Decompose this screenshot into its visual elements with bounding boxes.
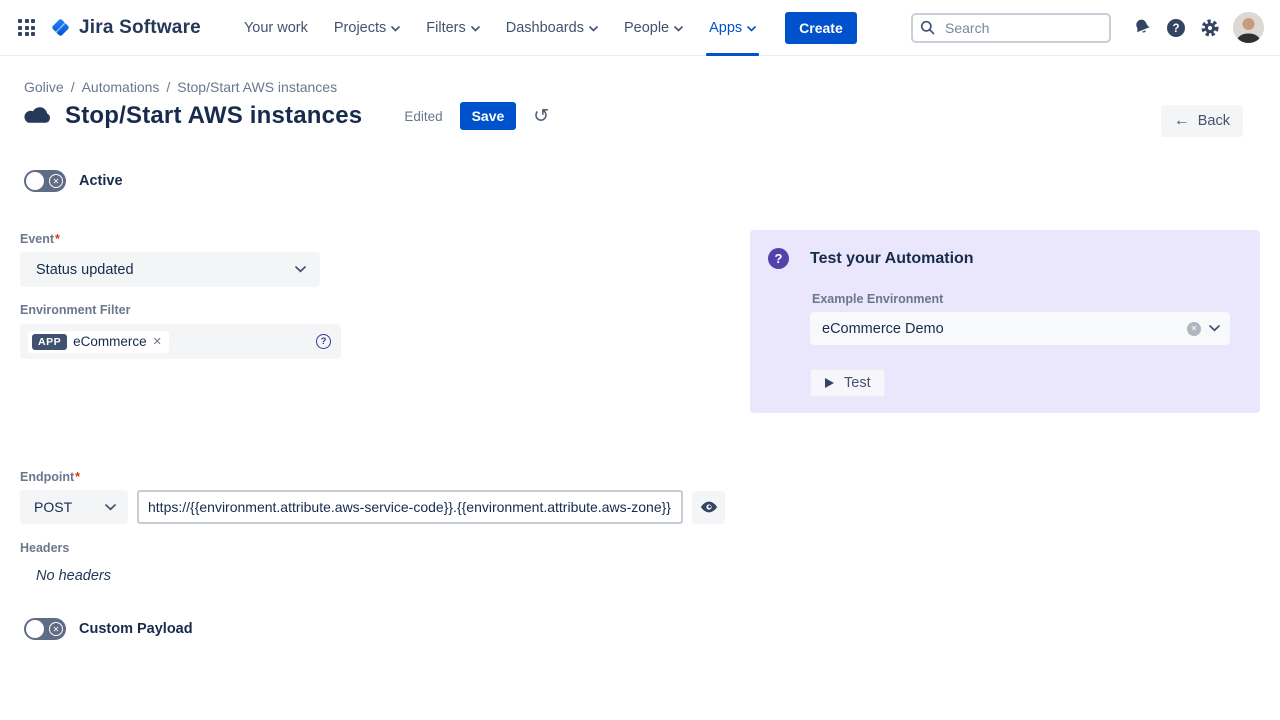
endpoint-row: POST (20, 490, 725, 524)
create-button[interactable]: Create (785, 12, 857, 44)
custom-payload-label: Custom Payload (79, 621, 193, 637)
app-switcher-icon[interactable] (18, 19, 35, 36)
clear-selection-icon[interactable]: ✕ (1187, 322, 1201, 336)
tag-type-badge: APP (32, 334, 67, 350)
search-icon (920, 20, 935, 35)
nav-filters[interactable]: Filters (413, 0, 492, 56)
toggle-knob (26, 620, 44, 638)
example-environment-select[interactable]: eCommerce Demo ✕ (810, 312, 1230, 345)
title-row: Stop/Start AWS instances Edited Save ↺ (22, 102, 549, 130)
required-marker: * (55, 232, 60, 246)
breadcrumb-automations[interactable]: Automations (82, 79, 160, 95)
event-label: Event* (20, 232, 320, 246)
search-input[interactable] (911, 13, 1111, 43)
gear-icon (1200, 18, 1220, 38)
primary-nav: Your work Projects Filters Dashboards Pe… (231, 0, 769, 56)
environment-filter-label: Environment Filter (20, 303, 341, 317)
test-panel-title: Test your Automation (810, 250, 974, 268)
required-marker: * (75, 470, 80, 484)
chevron-down-icon (471, 26, 480, 32)
notifications-button[interactable] (1125, 11, 1159, 45)
undo-icon[interactable]: ↺ (533, 107, 549, 126)
nav-people[interactable]: People (611, 0, 696, 56)
edited-status: Edited (404, 109, 442, 124)
chevron-down-icon (1209, 325, 1220, 332)
environment-filter-input[interactable]: APP eCommerce ✕ ? (20, 324, 341, 359)
back-button[interactable]: ← Back (1161, 105, 1243, 137)
play-icon (824, 377, 835, 389)
breadcrumb-current[interactable]: Stop/Start AWS instances (177, 79, 337, 95)
chevron-down-icon (747, 26, 756, 32)
headers-label: Headers (20, 541, 111, 555)
jira-diamond-icon (49, 16, 72, 39)
chevron-down-icon (674, 26, 683, 32)
endpoint-label: Endpoint* (20, 470, 725, 484)
no-headers-text: No headers (36, 568, 111, 584)
automation-editor-page: Jira Software Your work Projects Filters… (0, 0, 1280, 720)
help-icon: ? (1166, 18, 1186, 38)
test-button[interactable]: Test (810, 369, 885, 397)
svg-text:?: ? (1172, 23, 1179, 35)
breadcrumb-separator: / (166, 79, 170, 95)
headers-group: Headers No headers (20, 541, 111, 584)
toggle-off-icon: ✕ (49, 174, 63, 188)
chevron-down-icon (391, 26, 400, 32)
user-avatar[interactable] (1233, 12, 1264, 43)
test-automation-panel: ? Test your Automation Example Environme… (750, 230, 1260, 413)
toggle-knob (26, 172, 44, 190)
top-navbar: Jira Software Your work Projects Filters… (0, 0, 1280, 56)
brand-wordmark: Jira Software (79, 17, 201, 39)
tag-label: eCommerce (73, 334, 147, 349)
save-button[interactable]: Save (460, 102, 517, 130)
custom-payload-toggle[interactable]: ✕ (24, 618, 66, 640)
chevron-down-icon (589, 26, 598, 32)
back-arrow-icon: ← (1174, 113, 1190, 129)
toggle-off-icon: ✕ (49, 622, 63, 636)
active-label: Active (79, 173, 123, 189)
nav-apps[interactable]: Apps (696, 0, 769, 56)
panel-help-icon[interactable]: ? (768, 248, 789, 269)
environment-filter-group: Environment Filter APP eCommerce ✕ ? (20, 303, 341, 359)
global-search (911, 13, 1111, 43)
active-toggle-row: ✕ Active (24, 170, 123, 192)
jira-logo[interactable]: Jira Software (49, 16, 201, 39)
chevron-down-icon (295, 266, 306, 273)
settings-button[interactable] (1193, 11, 1227, 45)
page-title: Stop/Start AWS instances (65, 102, 362, 130)
nav-projects[interactable]: Projects (321, 0, 413, 56)
remove-tag-icon[interactable]: ✕ (153, 335, 162, 348)
help-button[interactable]: ? (1159, 11, 1193, 45)
example-environment-label: Example Environment (812, 292, 943, 306)
breadcrumb: Golive / Automations / Stop/Start AWS in… (24, 79, 337, 95)
event-field-group: Event* Status updated (20, 232, 320, 287)
preview-url-button[interactable] (692, 491, 725, 524)
custom-payload-toggle-row: ✕ Custom Payload (24, 618, 193, 640)
active-toggle[interactable]: ✕ (24, 170, 66, 192)
endpoint-url-input[interactable] (137, 490, 683, 524)
chevron-down-icon (105, 504, 116, 511)
environment-tag: APP eCommerce ✕ (28, 331, 169, 353)
cloud-icon (22, 105, 53, 127)
avatar-photo (1233, 12, 1264, 43)
environment-filter-help-icon[interactable]: ? (316, 334, 331, 349)
eye-icon (700, 498, 718, 516)
breadcrumb-separator: / (71, 79, 75, 95)
nav-your-work[interactable]: Your work (231, 0, 321, 56)
http-method-select[interactable]: POST (20, 490, 128, 524)
breadcrumb-golive[interactable]: Golive (24, 79, 64, 95)
nav-dashboards[interactable]: Dashboards (493, 0, 611, 56)
bell-icon (1133, 18, 1152, 37)
endpoint-group: Endpoint* POST (20, 470, 725, 524)
event-select[interactable]: Status updated (20, 252, 320, 287)
